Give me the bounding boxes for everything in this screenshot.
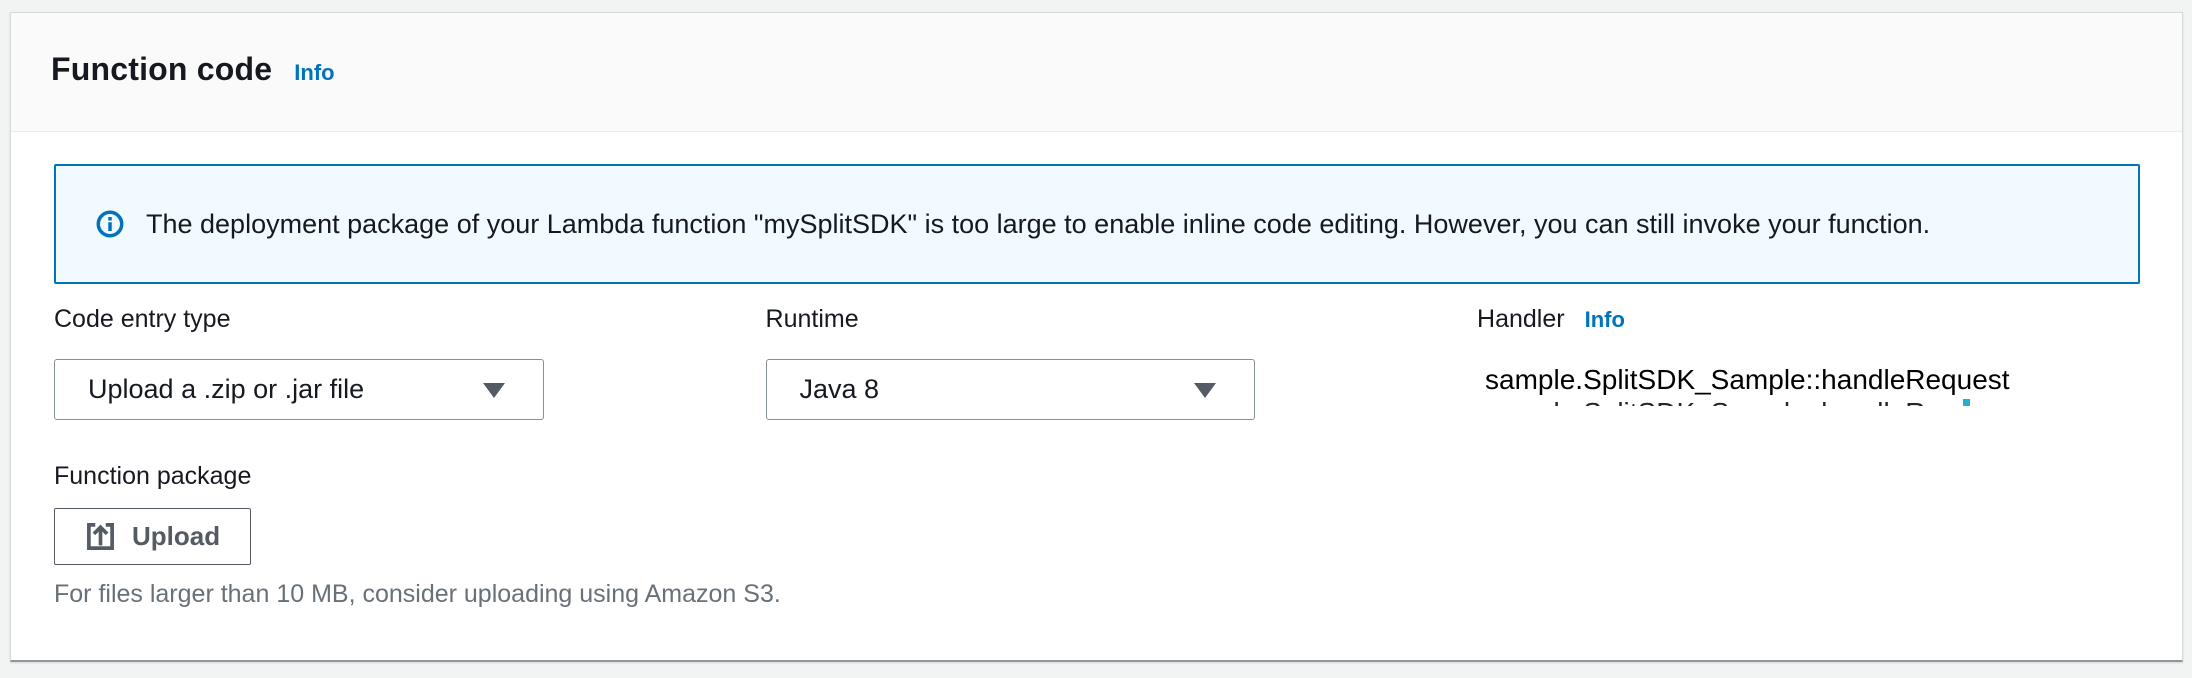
handler-clipped-artifact: sample.SplitSDK_Sample::handleRequest — [1485, 398, 1971, 406]
panel-body: The deployment package of your Lambda fu… — [11, 132, 2182, 609]
function-package-section: Function package Upload For files larger… — [54, 463, 2140, 609]
runtime-label: Runtime — [766, 306, 1256, 333]
alert-message: The deployment package of your Lambda fu… — [146, 207, 1930, 241]
info-alert: The deployment package of your Lambda fu… — [54, 164, 2140, 284]
runtime-value: Java 8 — [800, 374, 880, 405]
upload-button[interactable]: Upload — [54, 508, 251, 565]
upload-icon — [85, 521, 116, 552]
handler-value[interactable]: sample.SplitSDK_Sample::handleRequest — [1477, 365, 2140, 395]
panel-info-link[interactable]: Info — [294, 60, 334, 86]
upload-helper-text: For files larger than 10 MB, consider up… — [54, 580, 2140, 609]
panel-title: Function code — [51, 51, 272, 88]
function-code-panel: Function code Info The deployment packag… — [10, 12, 2183, 662]
runtime-select[interactable]: Java 8 — [766, 359, 1256, 420]
handler-label: Handler — [1477, 306, 1565, 333]
text-cursor — [1963, 399, 1970, 406]
code-entry-type-field: Code entry type Upload a .zip or .jar fi… — [54, 306, 544, 420]
handler-field: Handler Info sample.SplitSDK_Sample::han… — [1477, 306, 2140, 420]
handler-info-link[interactable]: Info — [1585, 307, 1625, 333]
code-settings-row: Code entry type Upload a .zip or .jar fi… — [54, 306, 2140, 420]
code-entry-type-select[interactable]: Upload a .zip or .jar file — [54, 359, 544, 420]
chevron-down-icon — [483, 383, 505, 398]
code-entry-type-value: Upload a .zip or .jar file — [88, 374, 364, 405]
panel-header: Function code Info — [11, 13, 2182, 132]
code-entry-type-label: Code entry type — [54, 306, 544, 333]
info-circle-icon — [96, 210, 124, 238]
chevron-down-icon — [1194, 383, 1216, 398]
function-package-label: Function package — [54, 463, 2140, 490]
upload-button-label: Upload — [132, 521, 220, 552]
runtime-field: Runtime Java 8 — [766, 306, 1256, 420]
